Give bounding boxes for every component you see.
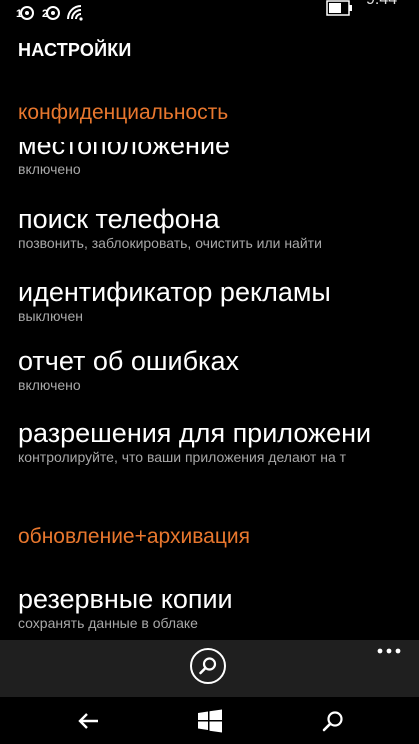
search-icon (199, 657, 217, 675)
settings-item-subtitle: сохранять данные в облаке (18, 615, 198, 631)
sim1-signal-icon: 1 (16, 6, 34, 20)
settings-item-location[interactable]: местоположение включено (18, 142, 418, 178)
status-clock: 9:44 (366, 0, 397, 9)
settings-item-advertising-id[interactable]: идентификатор рекламы выключен (18, 277, 418, 325)
back-icon[interactable] (76, 709, 102, 733)
sim2-signal-icon: 2 (42, 6, 60, 20)
settings-item-title: местоположение (18, 142, 231, 160)
section-header-privacy: конфиденциальность (18, 101, 229, 124)
section-header-update-backup: обновление+архивация (18, 525, 250, 548)
settings-item-title: поиск телефона (18, 204, 220, 234)
settings-item-title: разрешения для приложени (18, 418, 372, 448)
app-bar (0, 640, 419, 697)
settings-item-backups[interactable]: резервные копии сохранять данные в облак… (18, 584, 418, 632)
settings-item-app-permissions[interactable]: разрешения для приложени контролируйте, … (18, 418, 418, 466)
battery-icon (326, 0, 352, 16)
windows-start-icon[interactable] (197, 709, 223, 733)
settings-item-subtitle: выключен (18, 308, 83, 324)
search-icon[interactable] (320, 709, 346, 733)
more-icon[interactable] (374, 644, 404, 658)
settings-item-subtitle: позвонить, заблокировать, очистить или н… (18, 235, 322, 251)
nav-bar (0, 697, 419, 744)
app-bar-search-button[interactable] (190, 648, 226, 684)
wifi-icon (67, 5, 83, 21)
settings-list[interactable]: местоположение включено поиск телефона п… (0, 142, 419, 640)
settings-item-subtitle: контролируйте, что ваши приложения делаю… (18, 449, 347, 465)
settings-item-subtitle: включено (18, 377, 81, 393)
status-bar: 1 2 9:44 (0, 0, 419, 26)
settings-item-find-phone[interactable]: поиск телефона позвонить, заблокировать,… (18, 204, 418, 252)
settings-item-error-reporting[interactable]: отчет об ошибках включено (18, 346, 418, 394)
settings-item-subtitle: включено (18, 161, 81, 177)
settings-item-title: отчет об ошибках (18, 346, 239, 376)
settings-item-title: идентификатор рекламы (18, 277, 331, 307)
settings-item-title: резервные копии (18, 584, 233, 614)
page-title: НАСТРОЙКИ (18, 40, 132, 60)
